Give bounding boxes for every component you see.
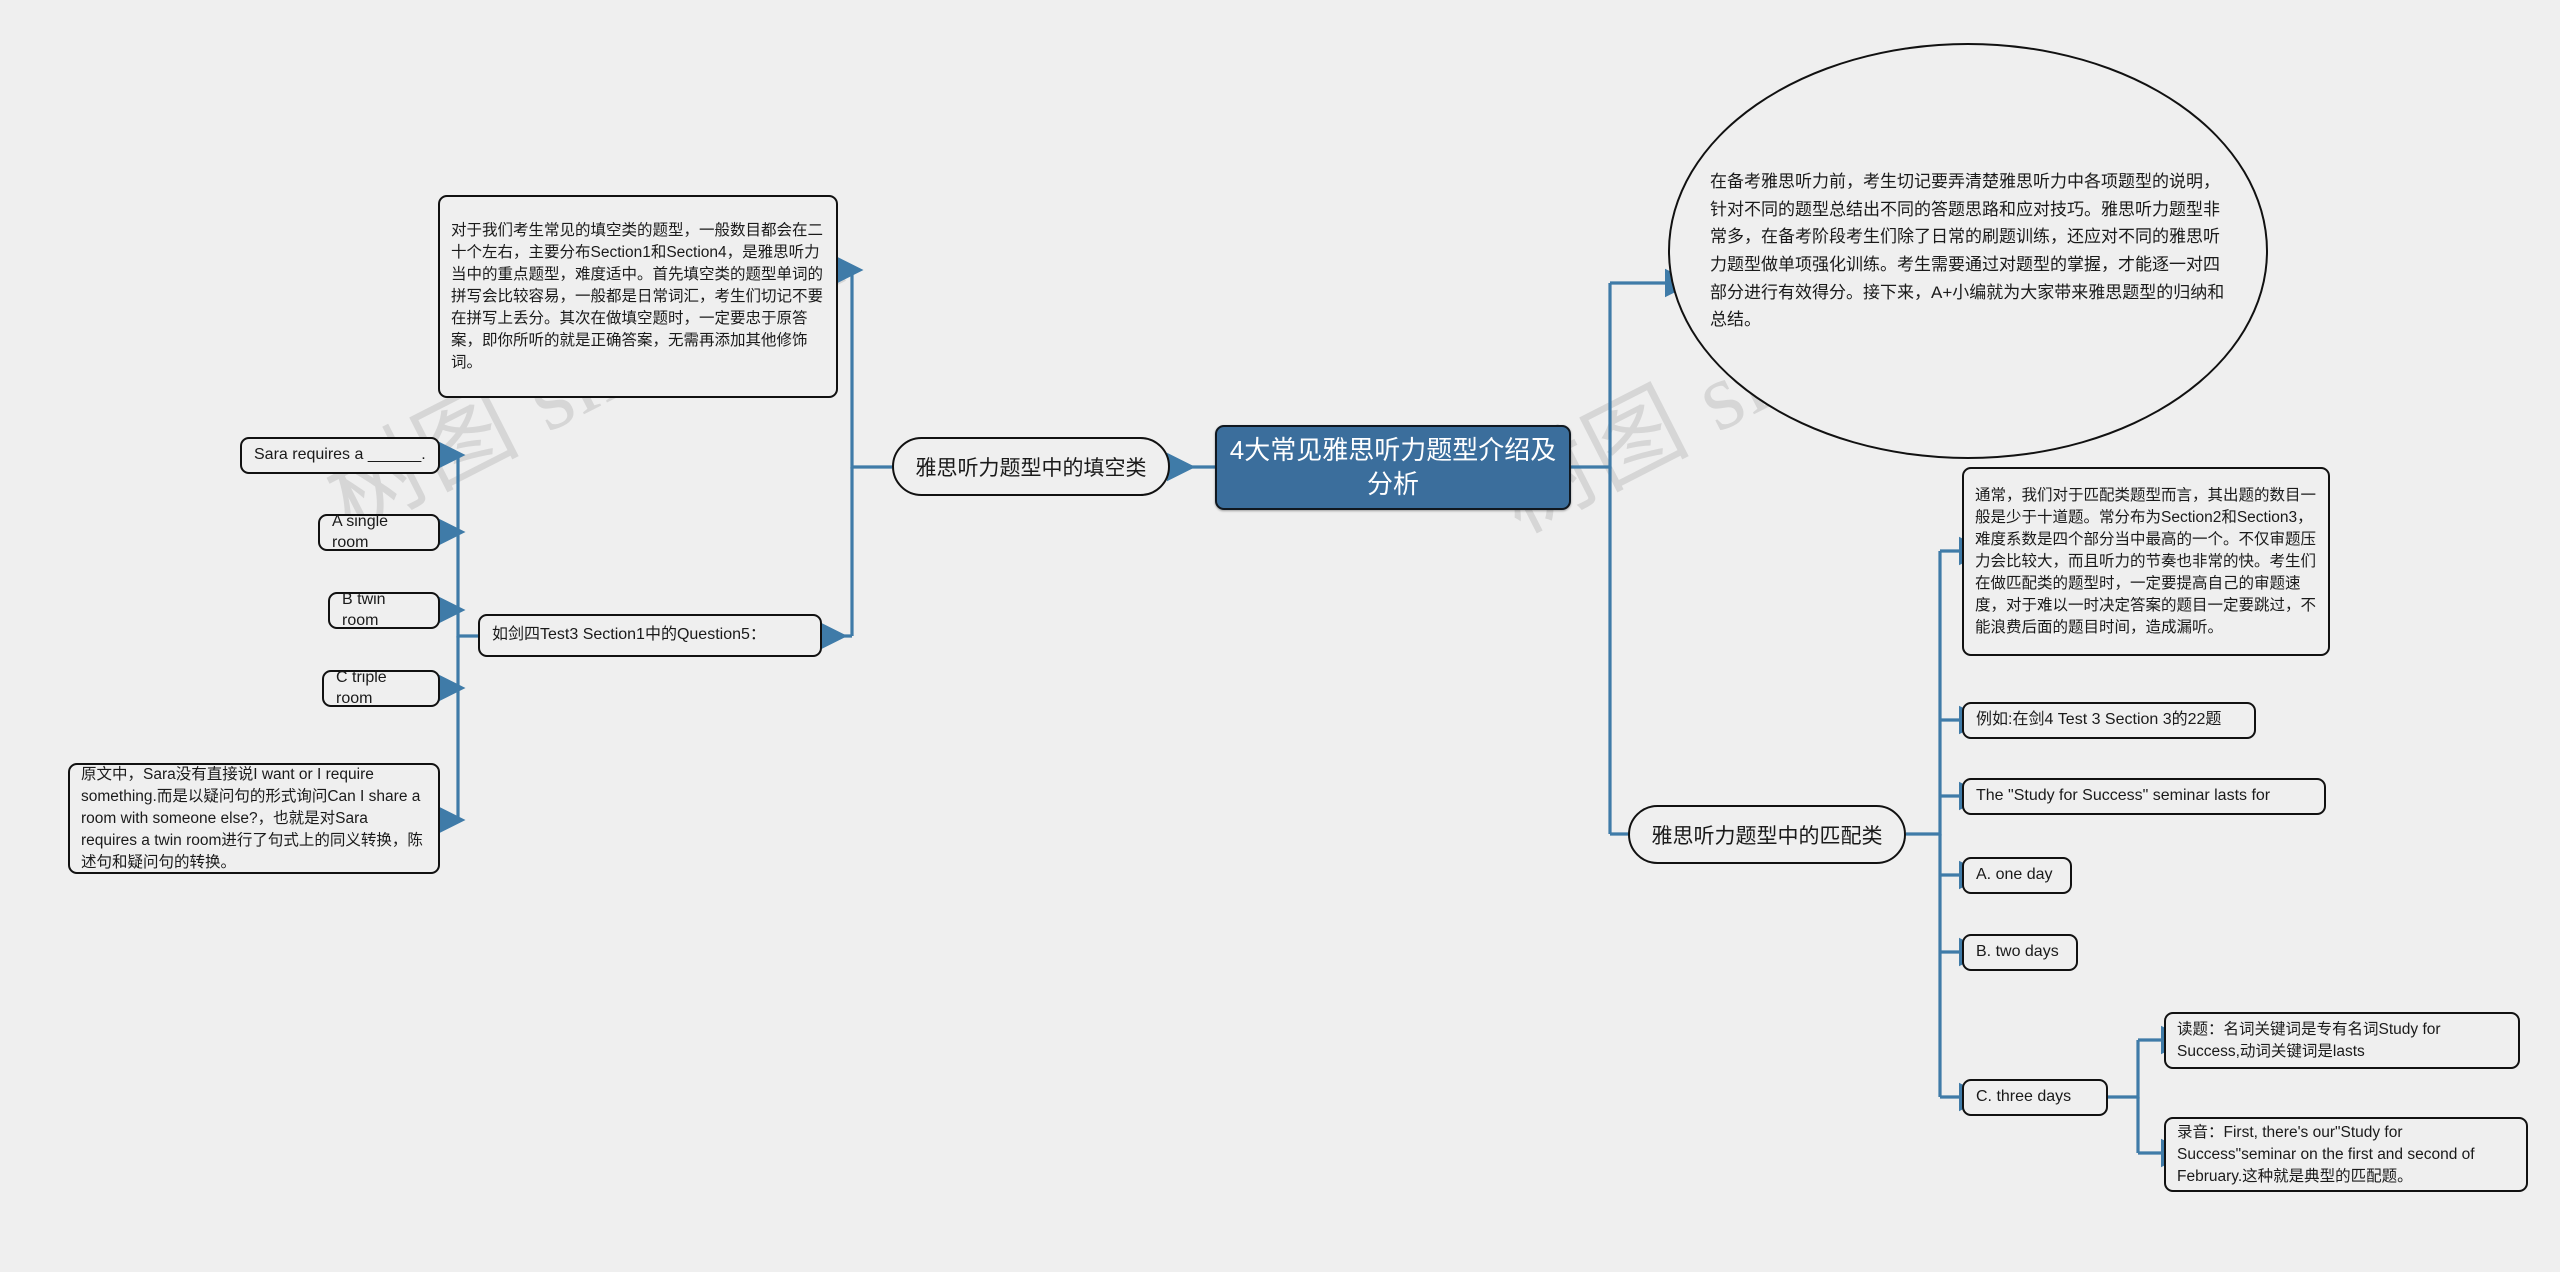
branch-fill-in-blank[interactable]: 雅思听力题型中的填空类 — [892, 437, 1170, 496]
node-question-sara[interactable]: Sara requires a ______. — [240, 437, 440, 474]
node-matching-stem[interactable]: The "Study for Success" seminar lasts fo… — [1962, 778, 2326, 815]
node-matching-description[interactable]: 通常，我们对于匹配类题型而言，其出题的数目一般是少于十道题。常分布为Sectio… — [1962, 467, 2330, 656]
node-fill-analysis-label: 原文中，Sara没有直接说I want or I require somethi… — [81, 765, 423, 871]
root-node-label: 4大常见雅思听力题型介绍及分析 — [1229, 434, 1557, 499]
node-matching-option-b-label: B. two days — [1976, 943, 2059, 961]
intro-ellipse-label: 在备考雅思听力前，考生切记要弄清楚雅思听力中各项题型的说明，针对不同的题型总结出… — [1710, 172, 2225, 330]
node-matching-option-a-label: A. one day — [1976, 866, 2053, 884]
node-matching-description-label: 通常，我们对于匹配类题型而言，其出题的数目一般是少于十道题。常分布为Sectio… — [1975, 486, 2317, 636]
node-matching-audio-tip-label: 录音：First, there's our"Study for Success"… — [2177, 1123, 2475, 1185]
root-node[interactable]: 4大常见雅思听力题型介绍及分析 — [1215, 425, 1571, 510]
node-option-a-single-room-label: A single room — [332, 512, 389, 551]
branch-matching[interactable]: 雅思听力题型中的匹配类 — [1628, 805, 1906, 864]
node-option-b-twin-room-label: B twin room — [342, 590, 386, 629]
intro-ellipse-node[interactable]: 在备考雅思听力前，考生切记要弄清楚雅思听力中各项题型的说明，针对不同的题型总结出… — [1668, 43, 2268, 459]
node-option-c-triple-room[interactable]: C triple room — [322, 668, 440, 707]
node-matching-reading-tip-label: 读题：名词关键词是专有名词Study for Success,动词关键词是las… — [2177, 1020, 2441, 1060]
node-fill-analysis[interactable]: 原文中，Sara没有直接说I want or I require somethi… — [68, 763, 440, 874]
node-matching-option-c-label: C. three days — [1976, 1088, 2072, 1106]
node-question-sara-label: Sara requires a ______. — [254, 446, 426, 464]
node-option-b-twin-room[interactable]: B twin room — [328, 590, 440, 629]
node-matching-example[interactable]: 例如:在剑4 Test 3 Section 3的22题 — [1962, 702, 2256, 739]
branch-fill-in-blank-label: 雅思听力题型中的填空类 — [915, 456, 1147, 480]
node-fill-description[interactable]: 对于我们考生常见的填空类的题型，一般数目都会在二十个左右，主要分布Section… — [438, 195, 838, 398]
node-matching-option-a[interactable]: A. one day — [1962, 857, 2072, 894]
node-matching-option-c[interactable]: C. three days — [1962, 1079, 2108, 1116]
node-matching-reading-tip[interactable]: 读题：名词关键词是专有名词Study for Success,动词关键词是las… — [2164, 1012, 2520, 1069]
node-matching-stem-label: The "Study for Success" seminar lasts fo… — [1976, 787, 2271, 805]
node-fill-example-label: 如剑四Test3 Section1中的Question5： — [492, 626, 766, 644]
node-matching-audio-tip[interactable]: 录音：First, there's our"Study for Success"… — [2164, 1117, 2528, 1192]
mindmap-canvas: 树图 shutu.cn 树图 shutu.cn — [0, 0, 2560, 1272]
node-fill-example[interactable]: 如剑四Test3 Section1中的Question5： — [478, 614, 822, 657]
node-matching-example-label: 例如:在剑4 Test 3 Section 3的22题 — [1976, 711, 2222, 729]
node-option-a-single-room[interactable]: A single room — [318, 512, 440, 551]
node-fill-description-label: 对于我们考生常见的填空类的题型，一般数目都会在二十个左右，主要分布Section… — [451, 221, 824, 371]
branch-matching-label: 雅思听力题型中的匹配类 — [1651, 824, 1883, 848]
node-matching-option-b[interactable]: B. two days — [1962, 934, 2078, 971]
node-option-c-triple-room-label: C triple room — [336, 668, 387, 707]
